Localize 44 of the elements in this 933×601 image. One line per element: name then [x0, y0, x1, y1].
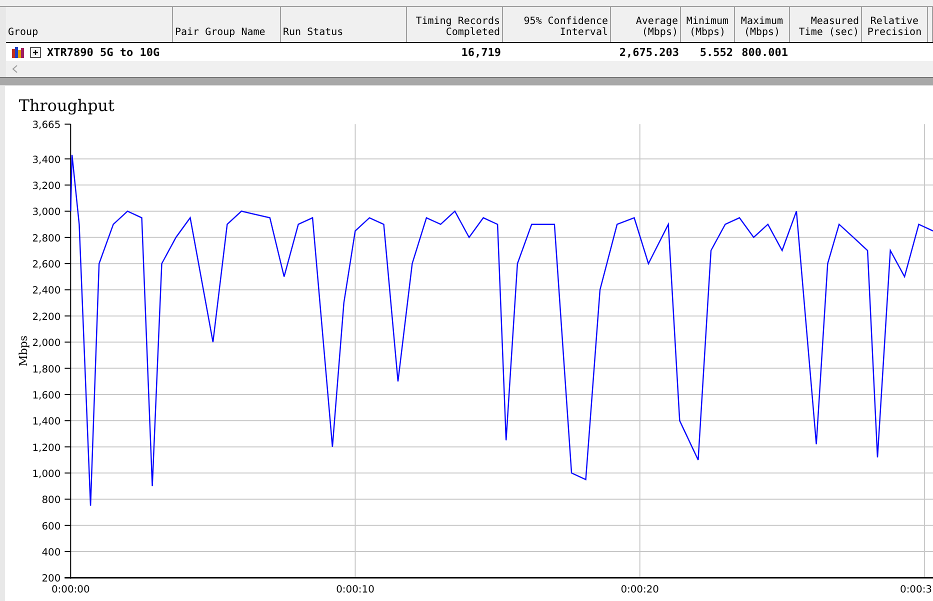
y-tick-label: 2,800 [32, 233, 61, 244]
y-tick-label: 2,200 [32, 312, 61, 323]
y-tick-label: 600 [42, 521, 61, 532]
y-tick-label: 3,000 [32, 207, 61, 218]
splitter-bar[interactable] [0, 77, 933, 86]
column-header[interactable]: Maximum (Mbps) [735, 7, 790, 42]
column-header[interactable]: Pair Group Name [173, 7, 281, 42]
y-tick-label: 1,400 [32, 416, 61, 428]
y-tick-label: 2,600 [32, 260, 61, 271]
y-tick-label: 2,000 [32, 338, 61, 350]
y-tick-label: 2,400 [32, 286, 61, 297]
y-tick-label: 3,665 [32, 120, 61, 132]
column-header[interactable]: Group [6, 7, 173, 42]
column-header[interactable]: Run Status [281, 7, 407, 42]
y-axis-title: Mbps [16, 336, 30, 366]
column-header[interactable]: 95% Confidence Interval [503, 7, 611, 42]
column-header[interactable]: Timing Records Completed [407, 7, 503, 42]
bar-chart-icon [12, 46, 24, 58]
table-cell-text: 2,675.203 [618, 46, 680, 58]
y-tick-label: 1,600 [32, 390, 61, 402]
column-header[interactable]: Measured Time (sec) [790, 7, 862, 42]
y-tick-label: 1,000 [32, 469, 61, 480]
y-tick-label: 3,400 [32, 154, 61, 166]
chart-title: Throughput [18, 96, 114, 116]
x-tick-label: 0:00:10 [336, 584, 374, 596]
y-tick-label: 3,200 [32, 181, 61, 192]
y-tick-label: 1,200 [32, 442, 61, 454]
group-name: XTR7890 5G to 10G [47, 46, 160, 58]
horizontal-scrollbar[interactable] [6, 61, 933, 77]
column-header[interactable]: Average (Mbps) [611, 7, 681, 42]
y-tick-label: 200 [42, 574, 61, 585]
column-header[interactable]: Minimum (Mbps) [681, 7, 735, 42]
expand-icon[interactable] [30, 46, 41, 58]
x-tick-label: 0:00:00 [52, 584, 90, 596]
x-tick-label: 0:00:20 [620, 584, 660, 596]
table-cell-text: 5.552 [698, 46, 734, 58]
x-tick-label: 0:00:3 [900, 584, 932, 596]
y-tick-label: 800 [42, 495, 61, 506]
column-header[interactable]: Relative Precision [862, 7, 928, 42]
y-tick-label: 400 [42, 548, 61, 559]
table-cell-text: 800.001 [740, 46, 789, 58]
scroll-left-icon[interactable] [12, 65, 18, 73]
y-tick-label: 1,800 [32, 364, 61, 376]
table-cell-text: 16,719 [460, 46, 502, 58]
